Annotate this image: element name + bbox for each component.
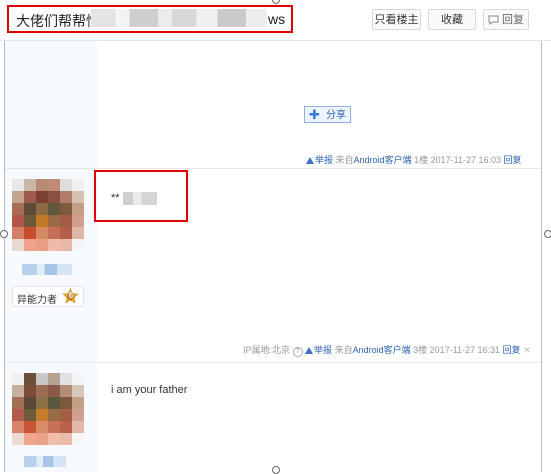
post-2-reply-link[interactable]: 回复 (503, 345, 521, 355)
post-separator (5, 362, 541, 363)
warning-icon (305, 347, 314, 354)
frame-right-edge (541, 0, 542, 472)
reply-button-label: 回复 (502, 14, 524, 26)
post-1-report-link[interactable]: 举报 (306, 155, 333, 165)
resize-handle-right[interactable] (544, 230, 551, 238)
thread-header: 大佬们帮帮忙 ws 只看楼主 收藏 回复 (0, 0, 551, 41)
username-redacted[interactable] (24, 456, 66, 467)
post-2-meta: IP属地:北京 ? 举报 来自Android客户端 3楼 2017-11-27 … (243, 343, 531, 357)
android-client-link[interactable]: Android客户端 (353, 345, 411, 355)
report-label: 举报 (315, 155, 334, 165)
warning-icon (306, 157, 314, 164)
only-op-button[interactable]: 只看楼主 (372, 9, 421, 30)
post-2-content-redacted (123, 192, 157, 205)
title-redacted-region (91, 9, 267, 27)
post-1-meta: 举报 来自Android客户端 1楼 2017-11-27 16:03 回复 (306, 153, 522, 166)
post-time: 2017-11-27 16:31 (429, 345, 501, 355)
username-redacted[interactable] (22, 264, 72, 275)
post-2-report-link[interactable]: 举报 (305, 345, 332, 355)
post-3-content: i am your father (111, 384, 188, 396)
close-icon[interactable]: ✕ (523, 345, 531, 355)
post-time: 2017-11-27 16:03 (430, 155, 502, 165)
floor-number: 1楼 (414, 155, 429, 165)
floor-number: 3楼 (413, 345, 428, 355)
plus-icon: ✚ (309, 107, 320, 122)
comment-icon (488, 15, 499, 25)
reply-button[interactable]: 回复 (483, 9, 529, 30)
badge-label: 异能力者 (17, 295, 57, 306)
thread-title-suffix: ws (268, 11, 286, 27)
question-icon[interactable]: ? (292, 347, 303, 357)
thread-title: 大佬们帮帮忙 (16, 13, 100, 29)
share-label: 分享 (326, 110, 346, 121)
rank-badge[interactable]: 异能力者 6 (12, 286, 84, 307)
source-prefix: 来自 (334, 345, 353, 355)
favorite-button[interactable]: 收藏 (428, 9, 476, 30)
avatar[interactable] (12, 373, 84, 445)
ip-location: IP属地:北京 (243, 345, 291, 355)
android-client-link[interactable]: Android客户端 (354, 155, 412, 165)
resize-handle-bottom[interactable] (272, 466, 280, 474)
post-1-reply-link[interactable]: 回复 (504, 155, 522, 165)
source-prefix: 来自 (335, 155, 354, 165)
post-2-content: ** (111, 192, 120, 204)
avatar[interactable] (12, 179, 84, 251)
report-label: 举报 (314, 345, 333, 355)
share-button[interactable]: ✚ 分享 (304, 106, 351, 123)
resize-handle-left[interactable] (0, 230, 8, 238)
badge-level: 6 (68, 291, 74, 300)
post-separator (5, 168, 541, 169)
